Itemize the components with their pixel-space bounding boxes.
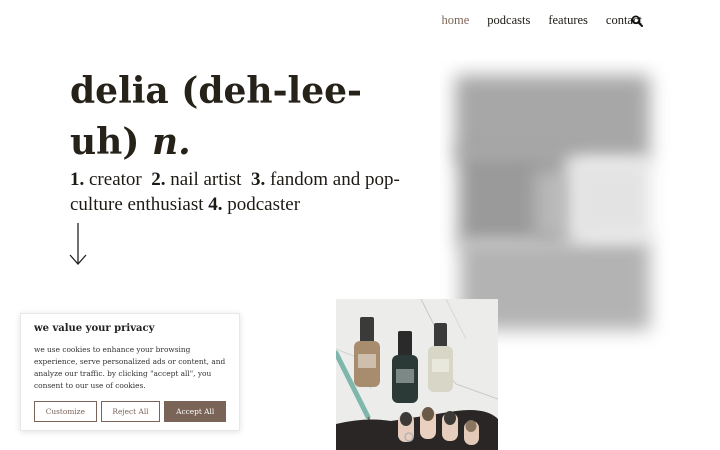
reject-all-button[interactable]: Reject All xyxy=(100,401,161,422)
part-of-speech: n. xyxy=(151,121,191,163)
definition-list: 1. creator 2. nail artist 3. fandom and … xyxy=(70,167,400,217)
main-nav: home podcasts features contact xyxy=(424,13,643,28)
cookie-title: we value your privacy xyxy=(34,323,155,334)
definition-number: 1. xyxy=(70,169,85,190)
customize-button[interactable]: Customize xyxy=(34,401,97,422)
cookie-buttons: Customize Reject All Accept All xyxy=(34,401,226,422)
hero-title-line2: uh) xyxy=(70,121,140,163)
definition-number: 4. xyxy=(208,194,223,215)
definition-number: 3. xyxy=(250,169,266,190)
hero-title: delia (deh-lee- uh) n. xyxy=(70,66,370,168)
search-icon[interactable] xyxy=(631,15,643,27)
definition-text: podcaster xyxy=(227,194,301,215)
nav-home[interactable]: home xyxy=(442,13,470,28)
hero-title-line1: delia (deh-lee- xyxy=(70,70,362,112)
definition-text: nail artist xyxy=(170,169,242,190)
nav-podcasts[interactable]: podcasts xyxy=(487,13,530,28)
arrow-down-icon[interactable] xyxy=(68,222,88,266)
nail-polish-photo xyxy=(336,299,498,450)
definition-text: creator xyxy=(89,169,142,190)
cookie-consent-banner: we value your privacy we use cookies to … xyxy=(20,313,240,431)
nav-features[interactable]: features xyxy=(548,13,588,28)
cookie-text: we use cookies to enhance your browsing … xyxy=(34,345,226,390)
definition-number: 2. xyxy=(151,169,166,190)
accept-all-button[interactable]: Accept All xyxy=(164,401,226,422)
